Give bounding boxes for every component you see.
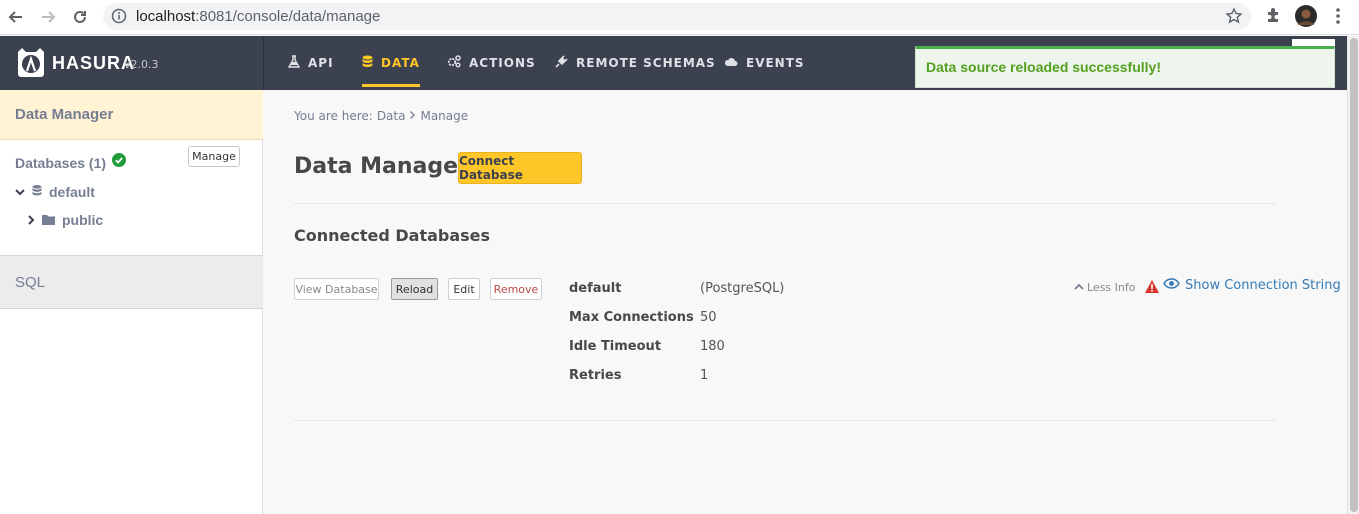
site-info-icon[interactable] (111, 8, 127, 29)
brand-name: HASURA (52, 53, 136, 73)
cloud-icon (724, 56, 738, 70)
chevron-up-icon (1074, 281, 1084, 294)
kebab-menu-icon[interactable] (1333, 5, 1343, 30)
divider (294, 203, 1276, 204)
refresh-icon[interactable] (69, 6, 91, 28)
section-title: Connected Databases (294, 226, 491, 245)
browser-toolbar: localhost:8081/console/data/manage (0, 0, 1359, 35)
tab-events[interactable]: EVENTS (724, 36, 805, 90)
show-connection-string-link[interactable]: Show Connection String (1163, 278, 1341, 293)
page-title: Data Manager (294, 154, 469, 179)
version-label: v2.0.3 (124, 58, 159, 71)
toast-message: Data source reloaded successfully! (926, 59, 1161, 75)
avatar[interactable] (1295, 5, 1317, 32)
page-scrollbar[interactable] (1347, 36, 1359, 514)
back-icon[interactable] (5, 6, 27, 28)
databases-heading: Databases (1) (15, 153, 127, 172)
active-tab-indicator (362, 84, 420, 87)
extensions-icon[interactable] (1265, 5, 1283, 30)
database-icon (362, 55, 373, 71)
tab-remote-schemas[interactable]: REMOTE SCHEMAS (555, 36, 716, 90)
edit-button[interactable]: Edit (448, 278, 480, 300)
sidebar-item-sql[interactable]: SQL (0, 255, 263, 309)
check-circle-icon (112, 153, 127, 172)
plug-icon (555, 55, 568, 71)
chevron-right-icon[interactable] (27, 212, 35, 228)
bookmark-star-icon[interactable] (1225, 7, 1243, 30)
reload-button[interactable]: Reload (391, 278, 438, 300)
tab-data[interactable]: DATA (362, 36, 420, 90)
sidebar-item-data-manager[interactable]: Data Manager (0, 90, 263, 140)
remove-button[interactable]: Remove (490, 278, 542, 300)
tree-item-public[interactable]: public (27, 212, 103, 228)
breadcrumb-manage: Manage (420, 109, 469, 123)
eye-icon (1163, 278, 1180, 293)
address-bar[interactable]: localhost:8081/console/data/manage (103, 3, 1251, 30)
tab-actions[interactable]: ACTIONS (447, 36, 536, 90)
view-database-button[interactable]: View Database (294, 278, 379, 300)
divider (294, 420, 1276, 421)
scrollbar-thumb[interactable] (1350, 38, 1358, 512)
flask-icon (287, 55, 301, 71)
hasura-logo-icon (14, 46, 48, 85)
cogs-icon (447, 55, 461, 71)
chevron-down-icon[interactable] (15, 184, 25, 200)
main-content: You are here: Data Manage Data Manager C… (264, 90, 1347, 514)
chevron-right-icon (409, 109, 416, 123)
tab-api[interactable]: API (287, 36, 334, 90)
warning-icon (1144, 279, 1160, 299)
database-icon (32, 184, 42, 200)
sidebar: Data Manager Databases (1) Manage defaul… (0, 90, 263, 514)
tree-item-default[interactable]: default (15, 184, 95, 200)
breadcrumb: You are here: Data Manage (294, 109, 469, 123)
less-info-toggle[interactable]: Less Info (1074, 281, 1135, 294)
connect-database-button[interactable]: Connect Database (458, 152, 582, 184)
brand-header[interactable]: HASURA v2.0.3 (0, 36, 263, 90)
url-text: localhost:8081/console/data/manage (136, 8, 381, 25)
app-container: HASURA v2.0.3 API DATA ACTIONS REMOTE SC… (0, 36, 1347, 514)
breadcrumb-data[interactable]: Data (377, 109, 406, 123)
success-toast[interactable]: Data source reloaded successfully! (915, 46, 1335, 88)
forward-icon[interactable] (37, 6, 59, 28)
folder-icon (42, 212, 55, 228)
manage-button[interactable]: Manage (188, 146, 240, 167)
